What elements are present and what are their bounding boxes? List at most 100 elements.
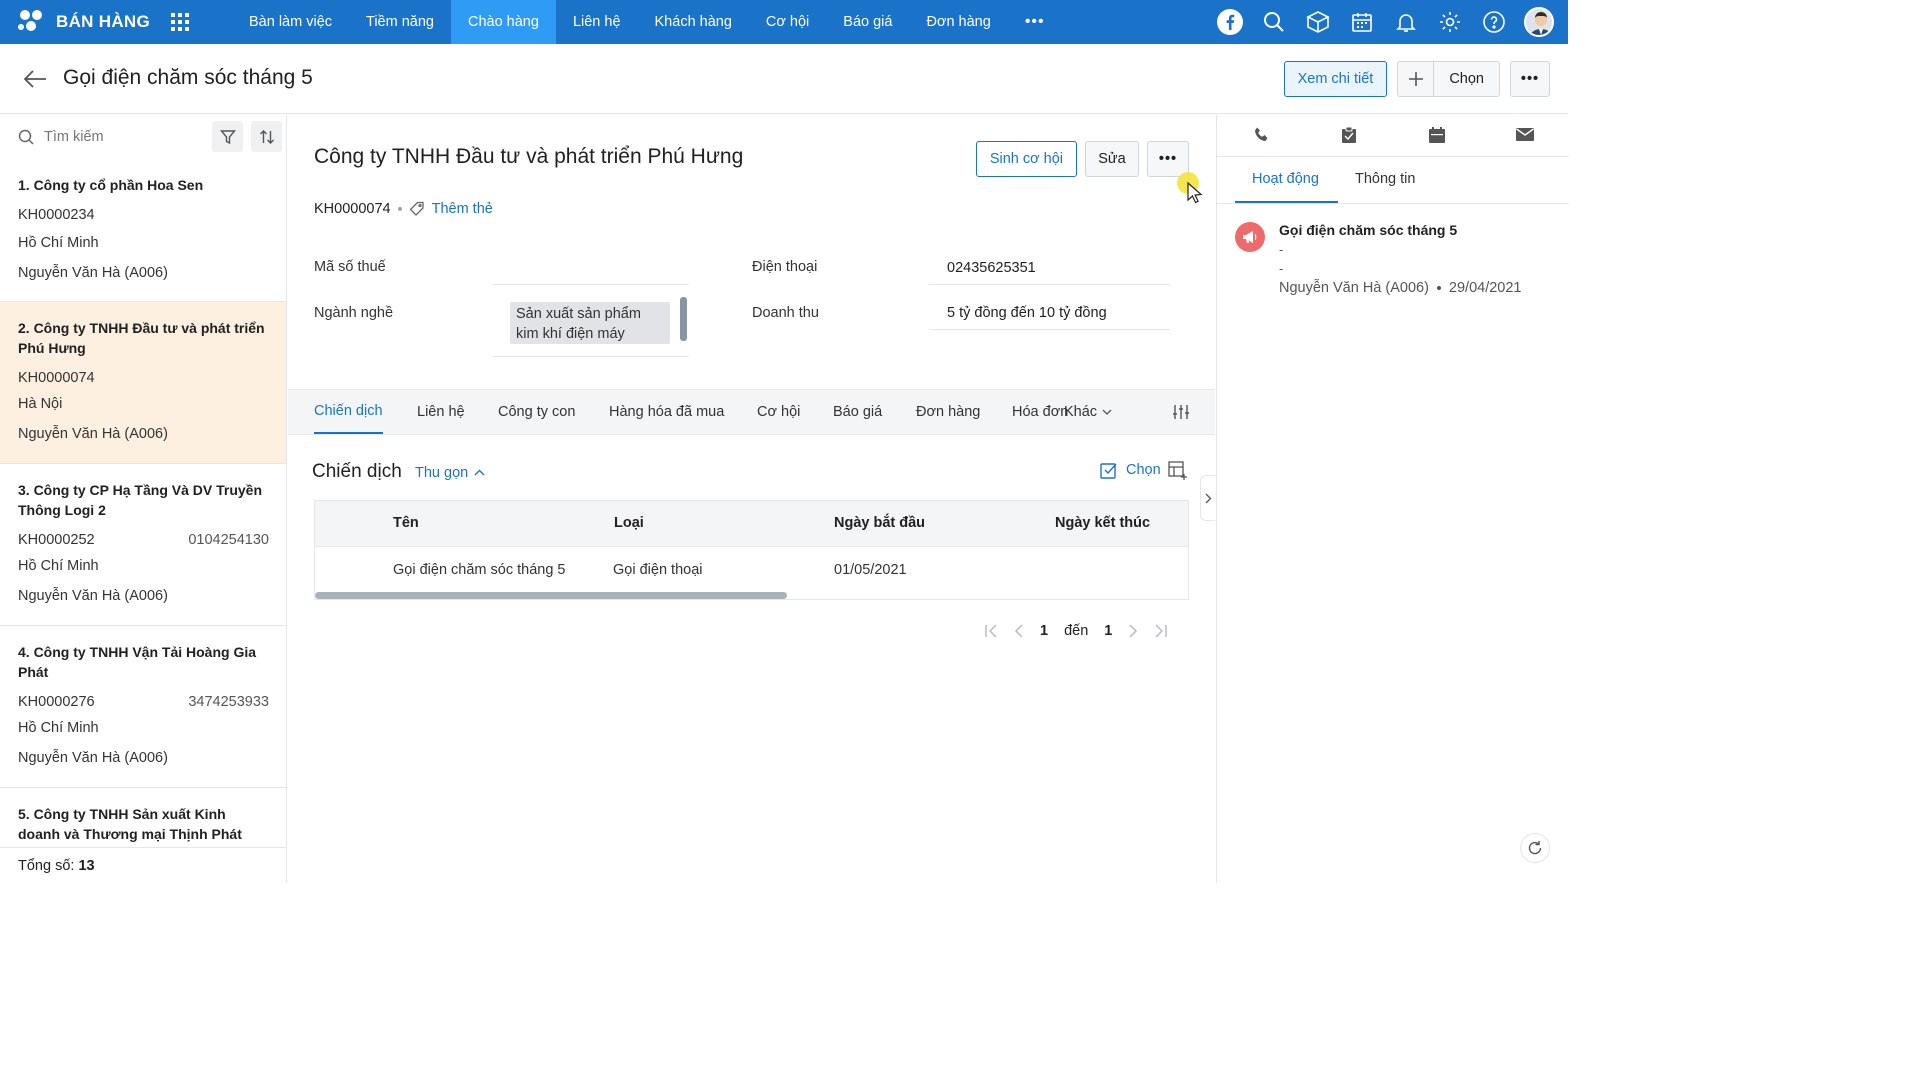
calendar-icon[interactable] — [1348, 8, 1376, 36]
campaign-megaphone-icon — [1235, 222, 1265, 252]
facebook-icon[interactable] — [1216, 8, 1244, 36]
tax-code-value[interactable] — [492, 251, 689, 285]
help-icon[interactable] — [1480, 8, 1508, 36]
brand[interactable]: BÁN HÀNG — [16, 0, 150, 44]
mail-icon[interactable] — [1515, 126, 1535, 142]
nav-item-desk[interactable]: Bàn làm việc — [232, 0, 349, 44]
brand-logo-icon — [16, 9, 46, 35]
filter-icon[interactable] — [212, 121, 243, 152]
nav-item-opportunities[interactable]: Cơ hội — [749, 0, 826, 44]
tab-contacts[interactable]: Liên hệ — [417, 390, 465, 434]
tab-purchased-goods[interactable]: Hàng hóa đã mua — [609, 390, 724, 434]
industry-label: Ngành nghề — [314, 305, 394, 321]
task-icon[interactable] — [1341, 126, 1357, 144]
search-icon[interactable] — [1260, 8, 1288, 36]
create-opportunity-button[interactable]: Sinh cơ hội — [975, 141, 1077, 177]
column-header-name[interactable]: Tên — [393, 515, 419, 531]
activity-line-2: - — [1279, 261, 1284, 276]
next-page-icon[interactable] — [1128, 623, 1138, 639]
choose-split-button[interactable]: Chọn — [1397, 61, 1500, 97]
nav-item-orders[interactable]: Đơn hàng — [909, 0, 1007, 44]
header-more-button[interactable]: ••• — [1510, 61, 1550, 97]
campaign-name-link[interactable]: Gọi điện chăm sóc tháng 5 — [393, 562, 566, 578]
total-count: Tổng số: 13 — [0, 847, 286, 883]
avatar[interactable] — [1524, 7, 1554, 37]
column-header-end-date[interactable]: Ngày kết thúc — [1055, 515, 1150, 531]
tab-opportunities[interactable]: Cơ hội — [757, 390, 800, 434]
plus-icon[interactable] — [1398, 62, 1435, 96]
main-nav: Bàn làm việc Tiềm năng Chào hàng Liên hệ… — [232, 0, 1062, 44]
nav-item-contacts[interactable]: Liên hệ — [556, 0, 638, 44]
view-detail-button[interactable]: Xem chi tiết — [1283, 61, 1388, 97]
tab-quotes[interactable]: Báo giá — [833, 390, 882, 434]
choose-button[interactable]: Chọn — [1434, 62, 1499, 96]
first-page-icon[interactable] — [984, 623, 998, 639]
box-icon[interactable] — [1304, 8, 1332, 36]
tab-orders[interactable]: Đơn hàng — [916, 390, 980, 434]
activity-date: 29/04/2021 — [1448, 280, 1522, 296]
record-title: Công ty TNHH Đầu tư và phát triển Phú Hư… — [314, 145, 744, 168]
phone-icon[interactable] — [1253, 126, 1271, 144]
refresh-icon[interactable] — [1520, 833, 1550, 863]
detail-tabs: Chiến dịch Liên hệ Công ty con Hàng hóa … — [288, 389, 1215, 435]
calendar-icon[interactable] — [1428, 126, 1446, 144]
customer-code: KH0000234 — [18, 207, 95, 223]
customer-name: 3. Công ty CP Hạ Tầng Và DV Truyền Thông… — [18, 482, 263, 518]
sort-icon[interactable] — [251, 121, 282, 152]
nav-item-customers[interactable]: Khách hàng — [638, 0, 749, 44]
edit-button[interactable]: Sửa — [1085, 141, 1139, 177]
add-table-icon[interactable] — [1168, 461, 1188, 481]
table-header: Tên Loại Ngày bắt đầu Ngày kết thúc — [315, 501, 1188, 547]
tab-settings-icon[interactable] — [1172, 404, 1190, 420]
list-item[interactable]: 1. Công ty cổ phần Hoa Sen KH0000234 Hồ … — [0, 159, 286, 302]
collapse-button[interactable]: Thu gọn — [415, 465, 485, 481]
revenue-value[interactable]: 5 tỷ đồng đến 10 tỷ đồng — [929, 296, 1170, 330]
customer-city: Hà Nội — [18, 396, 63, 412]
add-tag-link[interactable]: Thêm thẻ — [432, 201, 493, 217]
search-bar — [0, 115, 286, 159]
nav-item-leads[interactable]: Tiềm năng — [349, 0, 451, 44]
tab-activities[interactable]: Hoạt động — [1235, 171, 1338, 203]
revenue-label: Doanh thu — [752, 305, 819, 321]
gear-icon[interactable] — [1436, 8, 1464, 36]
customer-city: Hồ Chí Minh — [18, 720, 99, 736]
tab-campaigns[interactable]: Chiến dịch — [314, 390, 383, 434]
separator-dot — [1436, 286, 1441, 290]
tab-more-dropdown[interactable]: Khác — [1064, 390, 1112, 434]
nav-more-button[interactable]: ••• — [1008, 0, 1062, 44]
campaign-choose-button[interactable]: Chọn — [1100, 461, 1161, 479]
record-detail: Công ty TNHH Đầu tư và phát triển Phú Hư… — [288, 115, 1215, 883]
tag-icon — [409, 201, 425, 217]
nav-item-offers[interactable]: Chào hàng — [450, 0, 556, 44]
phone-value[interactable]: 02435625351 — [929, 251, 1170, 285]
industry-tag[interactable]: Sản xuất sản phẩm kim khí điện máy — [510, 302, 670, 344]
tab-subsidiaries[interactable]: Công ty con — [498, 390, 575, 434]
list-item[interactable]: 4. Công ty TNHH Vận Tải Hoàng Gia Phát K… — [0, 626, 286, 788]
customer-phone: 0104254130 — [188, 532, 269, 548]
list-item[interactable]: 3. Công ty CP Hạ Tầng Và DV Truyền Thông… — [0, 464, 286, 626]
column-header-start-date[interactable]: Ngày bắt đầu — [834, 515, 925, 531]
activity-item[interactable]: Gọi điện chăm sóc tháng 5 - - Nguyễn Văn… — [1279, 222, 1522, 296]
tax-code-label: Mã số thuế — [314, 259, 386, 275]
expand-panel-handle[interactable] — [1200, 475, 1215, 521]
total-label: Tổng số: — [18, 857, 75, 874]
campaign-choose-label: Chọn — [1126, 462, 1161, 478]
nav-item-quotes[interactable]: Báo giá — [826, 0, 909, 44]
back-arrow-icon[interactable] — [22, 68, 48, 90]
record-meta: KH0000074 Thêm thẻ — [314, 201, 493, 217]
page-current: 1 — [1040, 623, 1049, 639]
prev-page-icon[interactable] — [1014, 623, 1024, 639]
apps-grid-icon[interactable] — [170, 12, 190, 32]
activity-title[interactable]: Gọi điện chăm sóc tháng 5 — [1279, 222, 1522, 238]
table-horizontal-scrollbar[interactable] — [315, 592, 787, 599]
tab-invoices[interactable]: Hóa đơn — [1012, 390, 1068, 434]
activity-quick-icons — [1217, 115, 1569, 157]
search-input[interactable] — [44, 129, 184, 145]
tab-information[interactable]: Thông tin — [1355, 171, 1415, 203]
column-header-type[interactable]: Loại — [614, 515, 644, 531]
industry-scrollbar[interactable] — [680, 297, 687, 341]
list-item[interactable]: 2. Công ty TNHH Đầu tư và phát triển Phú… — [0, 302, 286, 464]
tab-more-label: Khác — [1064, 404, 1098, 420]
last-page-icon[interactable] — [1154, 623, 1168, 639]
bell-icon[interactable] — [1392, 8, 1420, 36]
